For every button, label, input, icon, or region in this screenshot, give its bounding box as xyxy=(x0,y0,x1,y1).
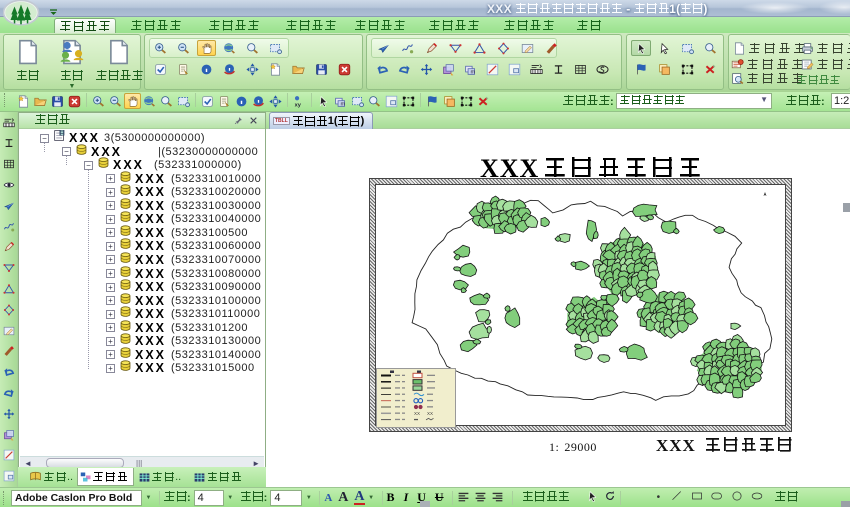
svg-text:m: m xyxy=(471,69,476,75)
svg-text:XX: XX xyxy=(427,411,433,416)
svg-text:xy: xy xyxy=(295,102,302,108)
svg-text:XX: XX xyxy=(414,411,420,416)
svg-text:m: m xyxy=(341,101,346,107)
